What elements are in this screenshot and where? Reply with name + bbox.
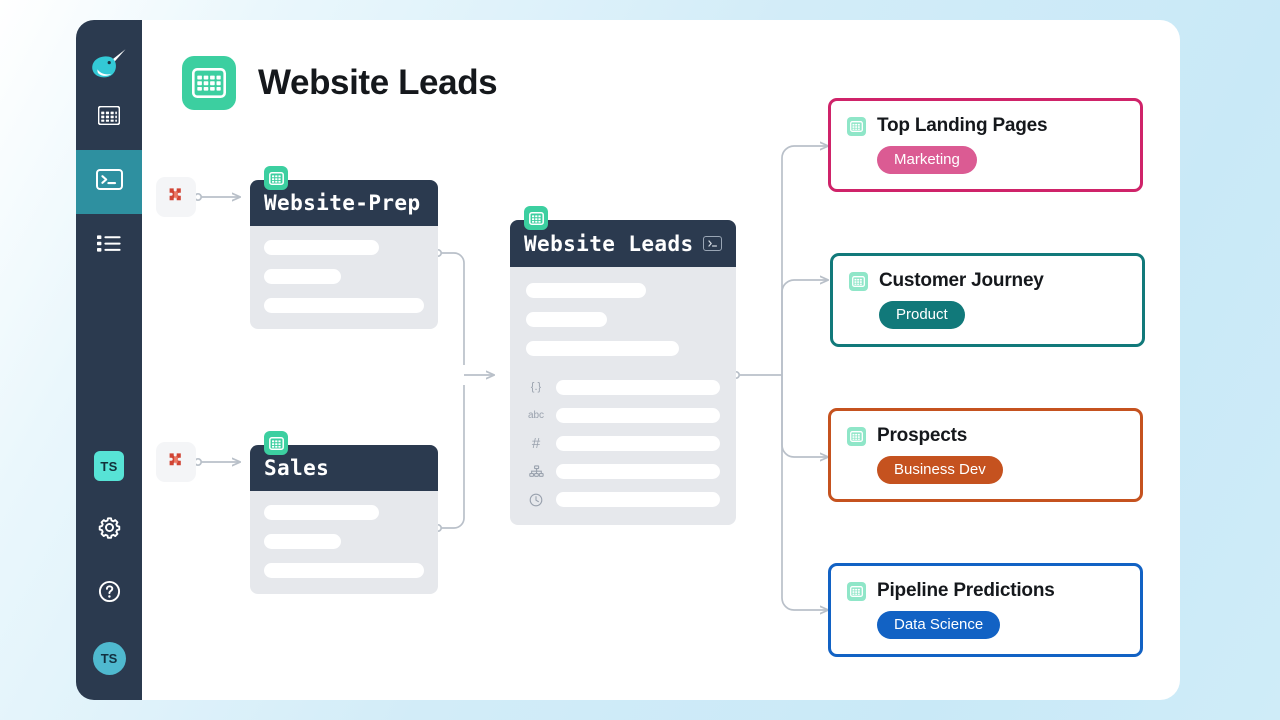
placeholder-bar — [264, 534, 341, 549]
node-title: Website-Prep — [264, 191, 421, 215]
result-card-title: Top Landing Pages — [877, 115, 1048, 136]
grid-table-icon — [847, 426, 866, 446]
workspace-initials: TS — [94, 451, 124, 481]
result-card-customer-journey[interactable]: Customer Journey Product — [830, 253, 1145, 347]
red-package-icon — [165, 184, 187, 211]
sidebar-item-console[interactable] — [76, 150, 142, 214]
sidebar-item-tables[interactable] — [76, 86, 142, 150]
placeholder-bar — [264, 563, 424, 578]
terminal-icon[interactable] — [703, 236, 722, 251]
field-row: abc — [526, 408, 720, 423]
placeholder-bar — [556, 464, 720, 479]
field-row — [526, 464, 720, 479]
source-chip-website-prep[interactable] — [156, 177, 196, 217]
placeholder-bar — [556, 380, 720, 395]
result-card-top-landing-pages[interactable]: Top Landing Pages Marketing — [828, 98, 1143, 192]
placeholder-bar — [556, 492, 720, 507]
placeholder-bar — [264, 240, 380, 255]
grid-table-icon — [182, 56, 236, 110]
node-body: {.} abc # — [510, 267, 736, 525]
field-row: # — [526, 436, 720, 451]
node-body — [250, 491, 438, 594]
grid-table-icon — [849, 271, 868, 291]
placeholder-bar — [264, 505, 380, 520]
node-header: Sales — [250, 431, 438, 491]
node-title: Sales — [264, 456, 330, 480]
sidebar-item-lists[interactable] — [76, 214, 142, 278]
node-title: Website Leads — [524, 231, 694, 256]
result-card-title: Prospects — [877, 425, 968, 446]
result-card-header: Customer Journey — [849, 270, 1126, 292]
node-header: Website-Prep — [250, 166, 438, 226]
field-row: {.} — [526, 380, 720, 395]
main-panel: Website Leads Website-Prep Sales Website… — [142, 20, 1180, 700]
status-badge: Business Dev — [877, 456, 1003, 484]
placeholder-bar — [526, 341, 680, 356]
placeholder-bar — [556, 436, 720, 451]
sidebar-user-avatar[interactable]: TS — [76, 626, 142, 690]
result-card-title: Pipeline Predictions — [877, 580, 1055, 601]
app-window: TS TS Website Leads Website-Prep Sales W… — [0, 0, 1280, 720]
table-node-website-prep[interactable]: Website-Prep — [250, 166, 438, 329]
table-node-sales[interactable]: Sales — [250, 431, 438, 594]
grid-table-icon — [97, 105, 121, 130]
placeholder-bar — [264, 298, 424, 313]
timestamp-type-icon — [526, 493, 546, 507]
grid-table-icon — [847, 581, 866, 601]
result-card-title: Customer Journey — [879, 270, 1044, 291]
question-circle-icon — [98, 580, 121, 608]
sidebar-item-help[interactable] — [76, 562, 142, 626]
grid-table-icon — [847, 116, 866, 136]
avatar: TS — [92, 641, 126, 675]
source-chip-sales[interactable] — [156, 442, 196, 482]
terminal-icon — [95, 169, 123, 195]
status-badge: Data Science — [877, 611, 1001, 639]
placeholder-bar — [526, 283, 647, 298]
hierarchy-type-icon — [526, 465, 546, 478]
string-type-icon: abc — [527, 409, 545, 421]
list-icon — [97, 234, 121, 258]
grid-table-icon — [524, 206, 548, 230]
status-badge: Marketing — [877, 146, 977, 174]
grid-table-icon — [264, 431, 288, 455]
result-card-header: Top Landing Pages — [847, 115, 1124, 137]
gear-icon — [98, 516, 121, 544]
result-card-prospects[interactable]: Prospects Business Dev — [828, 408, 1143, 502]
grid-table-icon — [264, 166, 288, 190]
result-card-header: Prospects — [847, 425, 1124, 447]
status-badge: Product — [879, 301, 965, 329]
field-row — [526, 492, 720, 507]
page-header: Website Leads — [182, 56, 498, 110]
node-body — [250, 226, 438, 329]
placeholder-bar — [556, 408, 720, 423]
narwhal-logo[interactable] — [87, 42, 131, 86]
placeholder-bar — [264, 269, 341, 284]
node-header: Website Leads — [510, 206, 736, 267]
sidebar-workspace-badge[interactable]: TS — [76, 434, 142, 498]
sidebar: TS TS — [76, 20, 142, 700]
number-type-icon: # — [531, 435, 541, 452]
object-type-icon: {.} — [530, 381, 542, 393]
result-card-pipeline-predictions[interactable]: Pipeline Predictions Data Science — [828, 563, 1143, 657]
red-package-icon — [165, 449, 187, 476]
result-card-header: Pipeline Predictions — [847, 580, 1124, 602]
sidebar-item-settings[interactable] — [76, 498, 142, 562]
placeholder-bar — [526, 312, 608, 327]
page-title: Website Leads — [258, 63, 498, 102]
table-node-website-leads[interactable]: Website Leads {.} abc # — [510, 206, 736, 525]
